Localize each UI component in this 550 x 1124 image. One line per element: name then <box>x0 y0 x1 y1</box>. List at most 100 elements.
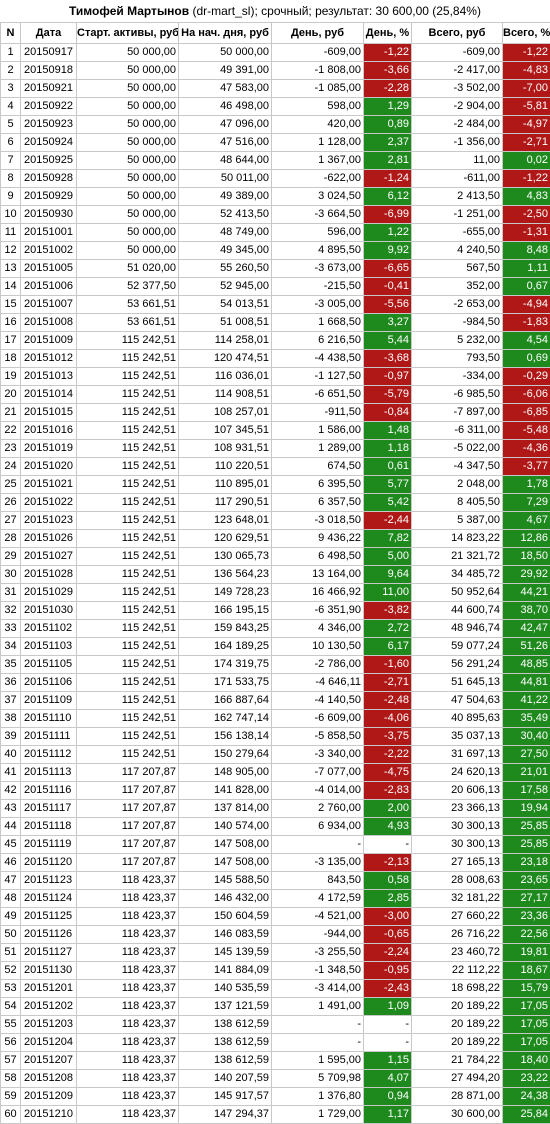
cell-day-start: 140 574,00 <box>178 817 272 836</box>
cell-day-pct: 1,29 <box>363 97 412 116</box>
cell-day-pct: -3,00 <box>363 907 412 926</box>
col-header-n: N <box>0 22 21 44</box>
table-row: 19 20151013 115 242,51 116 036,01 -1 127,50-… <box>0 367 550 386</box>
cell-day-rub: -4 521,00 <box>271 907 364 926</box>
table-row: 16 20151008 53 661,51 51 008,51 1 668,50 3,27… <box>0 313 550 332</box>
cell-day-rub: 674,50 <box>271 457 364 476</box>
cell-n: 4 <box>0 97 21 116</box>
cell-day-rub: -4 646,11 <box>271 673 364 692</box>
table-row: 13 20151005 51 020,00 55 260,50 -3 673,00 -6,… <box>0 259 550 278</box>
cell-start-assets: 115 242,51 <box>76 457 179 476</box>
cell-total-pct: -3,77 <box>502 457 550 476</box>
cell-day-start: 145 588,50 <box>178 871 272 890</box>
cell-total-rub: 56 291,24 <box>411 655 503 674</box>
cell-day-pct: 0,58 <box>363 871 412 890</box>
cell-day-start: 49 345,00 <box>178 241 272 260</box>
cell-total-rub: 28 008,63 <box>411 871 503 890</box>
cell-start-assets: 50 000,00 <box>76 151 179 170</box>
cell-date: 20151027 <box>20 547 77 566</box>
cell-day-rub: -1 808,00 <box>271 61 364 80</box>
table-row: 40 20151112 115 242,51 150 279,64 -3 340,00-… <box>0 745 550 764</box>
cell-total-pct: 0,02 <box>502 151 550 170</box>
table-row: 41 20151113 117 207,87 148 905,00 -7 077,00-… <box>0 763 550 782</box>
cell-n: 58 <box>0 1069 21 1088</box>
cell-day-rub: 9 436,22 <box>271 529 364 548</box>
table-row: 46 20151120 117 207,87 147 508,00 -3 135,00-… <box>0 853 550 872</box>
cell-date: 20151208 <box>20 1069 77 1088</box>
cell-day-start: 147 294,37 <box>178 1105 272 1124</box>
cell-day-start: 51 008,51 <box>178 313 272 332</box>
cell-n: 26 <box>0 493 21 512</box>
col-header-day-rub: День, руб <box>271 22 364 44</box>
cell-n: 14 <box>0 277 21 296</box>
cell-day-pct: 2,00 <box>363 799 412 818</box>
table-row: 59 20151209 118 423,37 145 917,57 1 376,80 0,… <box>0 1087 550 1106</box>
cell-total-pct: 12,86 <box>502 529 550 548</box>
table-row: 31 20151029 115 242,51 149 728,23 16 466,92 1… <box>0 583 550 602</box>
cell-n: 27 <box>0 511 21 530</box>
cell-start-assets: 51 020,00 <box>76 259 179 278</box>
cell-n: 59 <box>0 1087 21 1106</box>
cell-start-assets: 115 242,51 <box>76 403 179 422</box>
cell-day-pct: -1,22 <box>363 43 412 62</box>
cell-day-rub: 843,50 <box>271 871 364 890</box>
cell-day-pct: -2,43 <box>363 979 412 998</box>
cell-day-pct: 0,61 <box>363 457 412 476</box>
cell-day-pct: -1,60 <box>363 655 412 674</box>
cell-total-pct: -1,22 <box>502 43 550 62</box>
cell-day-start: 149 728,23 <box>178 583 272 602</box>
cell-total-pct: -1,83 <box>502 313 550 332</box>
table-row: 15 20151007 53 661,51 54 013,51 -3 005,00 -5,… <box>0 295 550 314</box>
cell-date: 20151002 <box>20 241 77 260</box>
table-row: 27 20151023 115 242,51 123 648,01 -3 018,50-… <box>0 511 550 530</box>
cell-total-pct: -1,31 <box>502 223 550 242</box>
cell-day-rub: 10 130,50 <box>271 637 364 656</box>
cell-n: 28 <box>0 529 21 548</box>
cell-day-pct: 1,22 <box>363 223 412 242</box>
cell-start-assets: 115 242,51 <box>76 421 179 440</box>
cell-day-start: 47 096,00 <box>178 115 272 134</box>
table-row: 7 20150925 50 000,00 48 644,00 1 367,00 2,81 1… <box>0 151 550 170</box>
cell-total-pct: 17,05 <box>502 997 550 1016</box>
cell-date: 20150928 <box>20 169 77 188</box>
table-body: 1 20150917 50 000,00 50 000,00 -609,00 -1,22-… <box>0 43 550 1124</box>
cell-day-rub: -3 255,50 <box>271 943 364 962</box>
cell-day-rub: -1 348,50 <box>271 961 364 980</box>
cell-day-rub: - <box>271 1033 364 1052</box>
table-row: 37 20151109 115 242,51 166 887,64 -4 140,50-… <box>0 691 550 710</box>
cell-total-rub: 14 823,22 <box>411 529 503 548</box>
cell-total-rub: -1 251,00 <box>411 205 503 224</box>
cell-date: 20151117 <box>20 799 77 818</box>
cell-date: 20151013 <box>20 367 77 386</box>
cell-day-start: 138 612,59 <box>178 1051 272 1070</box>
cell-day-start: 141 828,00 <box>178 781 272 800</box>
cell-day-pct: 1,48 <box>363 421 412 440</box>
cell-total-rub: 352,00 <box>411 277 503 296</box>
cell-day-start: 145 917,57 <box>178 1087 272 1106</box>
cell-day-pct: -3,75 <box>363 727 412 746</box>
cell-day-pct: -5,79 <box>363 385 412 404</box>
cell-total-pct: 21,01 <box>502 763 550 782</box>
cell-n: 54 <box>0 997 21 1016</box>
cell-total-rub: -7 897,00 <box>411 403 503 422</box>
table-row: 11 20151001 50 000,00 48 749,00 596,00 1,22 -6… <box>0 223 550 242</box>
table-row: 54 20151202 118 423,37 137 121,59 1 491,00 1,… <box>0 997 550 1016</box>
cell-day-pct: -4,75 <box>363 763 412 782</box>
cell-day-rub: 1 376,80 <box>271 1087 364 1106</box>
cell-day-rub: -3 135,00 <box>271 853 364 872</box>
cell-day-start: 117 290,51 <box>178 493 272 512</box>
trader-name: Тимофей Мартынов <box>69 4 190 18</box>
cell-day-start: 174 319,75 <box>178 655 272 674</box>
cell-total-pct: -7,00 <box>502 79 550 98</box>
cell-day-rub: -609,00 <box>271 43 364 62</box>
cell-day-start: 107 345,51 <box>178 421 272 440</box>
cell-day-pct: 0,89 <box>363 115 412 134</box>
cell-day-pct: 1,17 <box>363 1105 412 1124</box>
cell-total-rub: -1 356,00 <box>411 133 503 152</box>
table-row: 5 20150923 50 000,00 47 096,00 420,00 0,89 -2 … <box>0 115 550 134</box>
cell-day-pct: - <box>363 1033 412 1052</box>
cell-day-rub: 1 289,00 <box>271 439 364 458</box>
cell-date: 20151201 <box>20 979 77 998</box>
cell-day-start: 164 189,25 <box>178 637 272 656</box>
cell-day-start: 140 535,59 <box>178 979 272 998</box>
